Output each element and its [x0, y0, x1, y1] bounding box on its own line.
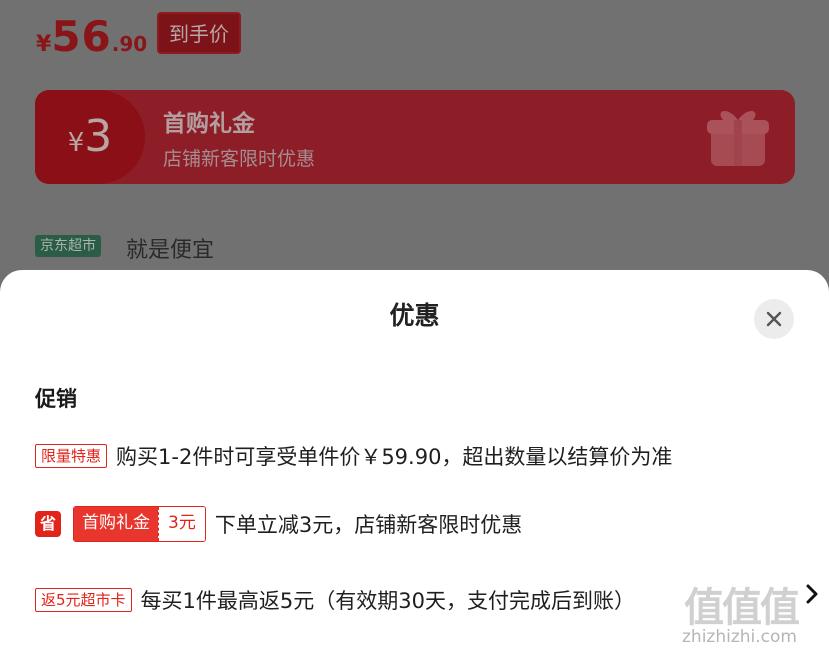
price-decimal: .90	[111, 32, 148, 56]
gift-icon	[707, 110, 769, 166]
coupon-amount-value: 3	[84, 111, 113, 162]
jd-supermarket-badge: 京东超市	[35, 235, 101, 257]
coupon-tag-label: 首购礼金	[74, 507, 158, 541]
price-symbol: ¥	[36, 32, 52, 57]
promotions-sheet: 优惠 促销 限量特惠 购买1-2件时可享受单件价￥59.90，超出数量以结算价为…	[0, 270, 829, 661]
first-purchase-coupon-tag: 首购礼金 3元	[73, 506, 206, 542]
section-title-promotions: 促销	[35, 387, 77, 411]
close-button[interactable]	[754, 299, 794, 339]
price-integer: 56	[51, 12, 112, 61]
coupon-title: 首购礼金	[163, 111, 255, 137]
promo-row-limited-offer[interactable]: 限量特惠 购买1-2件时可享受单件价￥59.90，超出数量以结算价为准	[35, 441, 672, 471]
save-icon: 省	[35, 511, 61, 537]
promo-row-first-purchase[interactable]: 省 首购礼金 3元 下单立减3元，店铺新客限时优惠	[35, 506, 523, 542]
limited-offer-description: 购买1-2件时可享受单件价￥59.90，超出数量以结算价为准	[116, 445, 673, 469]
cashback-tag: 返5元超市卡	[35, 588, 132, 612]
promo-row-cashback[interactable]: 返5元超市卡 每买1件最高返5元（有效期30天，支付完成后到账）	[35, 585, 635, 615]
coupon-tag-value: 3元	[158, 507, 205, 541]
coupon-subtitle: 店铺新客限时优惠	[163, 148, 316, 170]
coupon-amount: ¥3	[35, 90, 145, 184]
first-purchase-coupon-banner[interactable]: ¥3 首购礼金 店铺新客限时优惠	[35, 90, 795, 184]
limited-offer-tag: 限量特惠	[35, 444, 108, 468]
jd-supermarket-slogan: 就是便宜	[126, 238, 215, 263]
chevron-right-icon[interactable]	[805, 583, 819, 605]
sheet-title: 优惠	[389, 301, 440, 330]
price: ¥56.90	[36, 12, 147, 61]
first-purchase-description: 下单立减3元，店铺新客限时优惠	[214, 513, 523, 537]
close-icon	[766, 311, 782, 327]
coupon-amount-symbol: ¥	[67, 128, 85, 158]
final-price-tag: 到手价	[157, 12, 241, 54]
cashback-description: 每买1件最高返5元（有效期30天，支付完成后到账）	[140, 589, 635, 613]
